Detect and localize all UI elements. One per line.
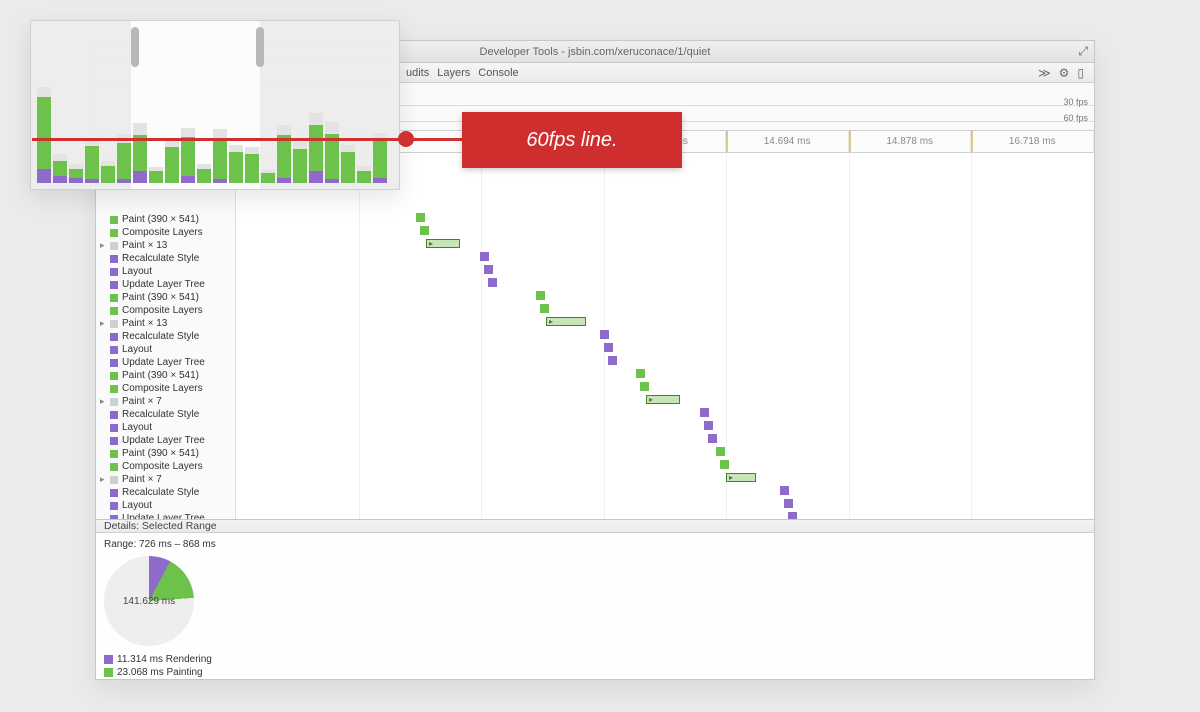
pie-total: 141.629 ms xyxy=(123,596,175,607)
record-row[interactable]: ▸Paint × 7 xyxy=(96,395,235,408)
range-text: Range: 726 ms – 868 ms xyxy=(104,539,216,550)
tab-audits[interactable]: udits xyxy=(406,67,429,79)
annotation-callout: 60fps line. xyxy=(462,112,682,168)
record-row[interactable]: Update Layer Tree xyxy=(96,356,235,369)
record-row[interactable]: Composite Layers xyxy=(96,460,235,473)
record-row[interactable]: Layout xyxy=(96,265,235,278)
record-row[interactable]: Recalculate Style xyxy=(96,252,235,265)
details-header[interactable]: Details: Selected Range xyxy=(96,520,1094,533)
inset-frame-chart xyxy=(37,81,393,183)
annotation-text: 60fps line. xyxy=(526,129,617,152)
legend-item: 11.314 ms Rendering xyxy=(104,654,216,665)
fps-60-label: 60 fps xyxy=(1063,113,1088,123)
ruler-cell: 16.718 ms xyxy=(971,131,1094,152)
drawer-toggle-icon[interactable]: ≫ xyxy=(1038,67,1051,79)
tab-console[interactable]: Console xyxy=(478,67,518,79)
gear-icon[interactable]: ⚙ xyxy=(1059,67,1070,79)
record-row[interactable]: Paint (390 × 541) xyxy=(96,213,235,226)
timeline-body: Paint (390 × 541)Composite Layers▸Paint … xyxy=(96,153,1094,519)
record-row[interactable]: ▸Paint × 13 xyxy=(96,317,235,330)
legend-item: 23.068 ms Painting xyxy=(104,667,216,678)
fps-30-label: 30 fps xyxy=(1063,97,1088,107)
record-row[interactable]: Composite Layers xyxy=(96,226,235,239)
record-row[interactable]: Recalculate Style xyxy=(96,408,235,421)
record-row[interactable]: Layout xyxy=(96,421,235,434)
tab-layers[interactable]: Layers xyxy=(437,67,470,79)
record-row[interactable]: Recalculate Style xyxy=(96,330,235,343)
record-row[interactable]: Composite Layers xyxy=(96,382,235,395)
selection-handle-left[interactable] xyxy=(131,27,139,67)
expand-icon[interactable]: ⤢ xyxy=(1078,45,1088,57)
ruler-cell: 14.878 ms xyxy=(849,131,972,152)
ruler-cell: 14.694 ms xyxy=(726,131,849,152)
record-row[interactable]: Layout xyxy=(96,499,235,512)
window-title: Developer Tools - jsbin.com/xeruconace/1… xyxy=(480,46,711,58)
details-panel: Details: Selected Range Range: 726 ms – … xyxy=(96,519,1094,679)
record-row[interactable]: Layout xyxy=(96,343,235,356)
records-tree[interactable]: Paint (390 × 541)Composite Layers▸Paint … xyxy=(96,153,236,519)
record-row[interactable]: ▸Paint × 13 xyxy=(96,239,235,252)
record-row[interactable]: Update Layer Tree xyxy=(96,512,235,519)
dock-icon[interactable]: ▯ xyxy=(1077,67,1084,79)
flame-canvas[interactable]: ▸▸▸▸▸ xyxy=(236,153,1094,519)
overview-zoom-inset xyxy=(30,20,400,190)
record-row[interactable]: Update Layer Tree xyxy=(96,278,235,291)
selection-handle-right[interactable] xyxy=(256,27,264,67)
record-row[interactable]: Paint (390 × 541) xyxy=(96,291,235,304)
annotation-dot xyxy=(398,131,414,147)
summary-legend: 11.314 ms Rendering23.068 ms Painting11.… xyxy=(104,654,216,680)
record-row[interactable]: ▸Paint × 7 xyxy=(96,473,235,486)
summary-pie: 141.629 ms xyxy=(104,556,194,646)
record-row[interactable]: Paint (390 × 541) xyxy=(96,369,235,382)
record-row[interactable]: Update Layer Tree xyxy=(96,434,235,447)
record-row[interactable]: Composite Layers xyxy=(96,304,235,317)
record-row[interactable]: Recalculate Style xyxy=(96,486,235,499)
record-row[interactable]: Paint (390 × 541) xyxy=(96,447,235,460)
